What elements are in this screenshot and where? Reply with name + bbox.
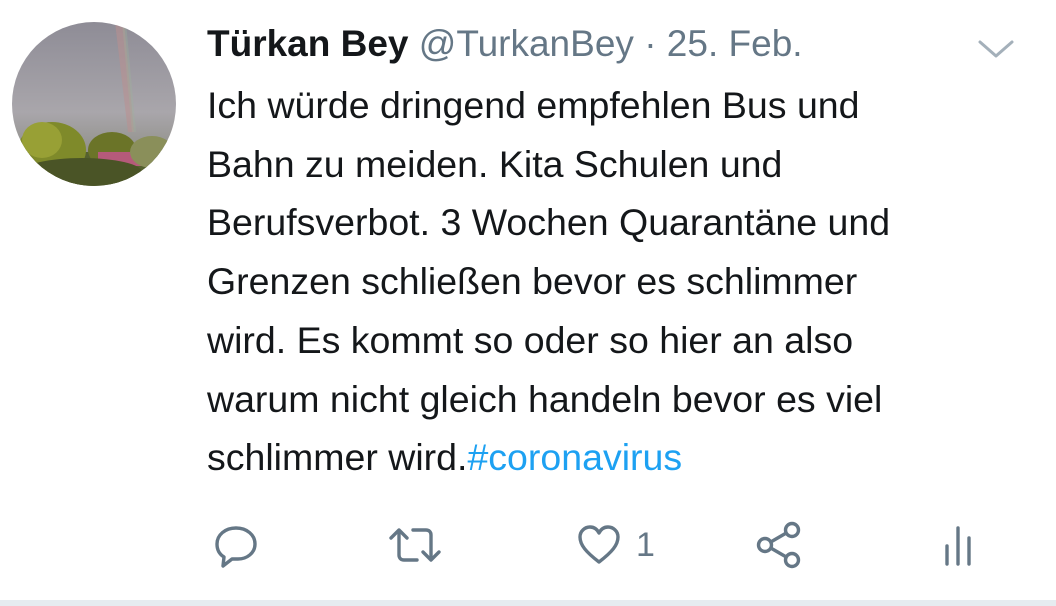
tweet-text: Ich würde dringend empfehlen Bus und Bah… <box>207 76 1037 487</box>
share-icon <box>756 521 801 569</box>
retweet-icon <box>389 528 441 562</box>
reply-button[interactable] <box>212 515 260 575</box>
divider <box>0 600 1056 606</box>
avatar-image <box>12 22 176 186</box>
tweet-date[interactable]: 25. Feb. <box>667 23 803 64</box>
analytics-icon <box>945 526 971 566</box>
share-button[interactable] <box>754 515 804 575</box>
heart-icon <box>578 525 620 564</box>
user-handle[interactable]: @TurkanBey <box>419 23 634 64</box>
tweet[interactable]: Türkan Bey @TurkanBey · 25. Feb. Ich wür… <box>0 0 1056 600</box>
reply-icon <box>215 526 257 568</box>
display-name[interactable]: Türkan Bey <box>207 23 409 64</box>
avatar[interactable] <box>12 22 176 186</box>
tweet-header: Türkan Bey @TurkanBey · 25. Feb. <box>207 18 803 70</box>
retweet-button[interactable] <box>387 515 443 575</box>
like-button[interactable]: 1 <box>576 515 655 575</box>
chevron-down-icon <box>978 40 1014 58</box>
tweet-menu-button[interactable] <box>974 34 1018 62</box>
tweet-body: Ich würde dringend empfehlen Bus und Bah… <box>207 84 891 479</box>
hashtag-link[interactable]: #coronavirus <box>467 436 682 478</box>
like-count: 1 <box>636 526 655 564</box>
separator: · <box>644 23 657 64</box>
analytics-button[interactable] <box>940 515 976 575</box>
tweet-actions: 1 <box>0 515 1056 575</box>
